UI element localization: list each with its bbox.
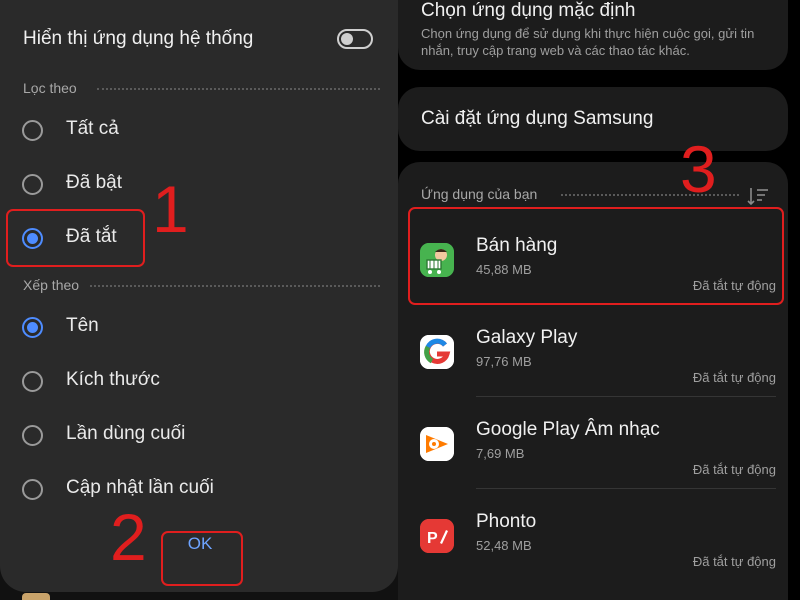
sort-option-label: Cập nhật lần cuối [66,477,214,498]
app-size: 97,76 MB [476,354,532,369]
radio-icon[interactable] [22,479,43,500]
filter-section-label: Lọc theo [23,80,77,96]
sort-option-size[interactable]: Kích thước [22,367,322,397]
filter-sort-dialog: Hiển thị ứng dụng hệ thống Lọc theo Tất … [0,0,398,592]
app-status: Đã tắt tự động [692,370,776,385]
app-row-google-play-music[interactable]: Google Play Âm nhạc 7,69 MB Đã tắt tự độ… [398,396,788,488]
sort-option-name[interactable]: Tên [22,313,322,343]
list-divider [476,396,776,397]
filter-section-header: Lọc theo [23,80,380,98]
sort-option-label: Tên [66,315,99,336]
sort-option-last-updated[interactable]: Cập nhật lần cuối [22,475,322,505]
default-apps-card[interactable]: Chọn ứng dụng mặc định Chọn ứng dụng để … [398,0,788,70]
samsung-app-settings-card[interactable]: Cài đặt ứng dụng Samsung [398,87,788,151]
step-number-1: 1 [152,172,189,246]
app-status: Đã tắt tự động [692,554,776,569]
show-system-apps-switch[interactable] [337,29,373,49]
apps-settings-screen: Chọn ứng dụng mặc định Chọn ứng dụng để … [398,0,800,600]
app-name: Google Play Âm nhạc [476,419,660,440]
app-row-galaxy-play[interactable]: Galaxy Play 97,76 MB Đã tắt tự động [398,304,788,396]
step-number-2: 2 [110,500,147,574]
section-divider [90,285,380,287]
filter-option-label: Đã bật [66,172,122,193]
radio-icon[interactable] [22,174,43,195]
svg-text:P: P [427,530,438,547]
default-apps-description: Chọn ứng dụng để sử dụng khi thực hiện c… [421,26,755,58]
radio-icon[interactable] [22,120,43,141]
highlight-box-disabled-filter [6,209,145,267]
sort-option-label: Kích thước [66,369,160,390]
filter-option-label: Tất cả [66,118,119,139]
your-apps-section-header: Ứng dụng của bạn [421,186,769,206]
screenshot: Hiển thị ứng dụng hệ thống Lọc theo Tất … [0,0,800,600]
background-app-icon [22,593,50,600]
play-music-icon [420,427,454,461]
highlight-box-app-ban-hang [408,207,784,305]
app-name: Galaxy Play [476,327,578,348]
filter-option-all[interactable]: Tất cả [22,116,322,146]
your-apps-section-label: Ứng dụng của bạn [421,186,538,202]
app-size: 52,48 MB [476,538,532,553]
show-system-apps-label: Hiển thị ứng dụng hệ thống [23,28,254,49]
switch-knob [341,33,353,45]
radio-icon[interactable] [22,425,43,446]
app-size: 7,69 MB [476,446,525,461]
highlight-box-ok [161,531,243,586]
sort-section-label: Xếp theo [23,277,80,293]
default-apps-title: Chọn ứng dụng mặc định [421,0,636,21]
app-status: Đã tắt tự động [692,462,776,477]
sort-icon[interactable] [747,186,769,206]
section-divider [97,88,380,90]
phonto-icon: P [420,519,454,553]
radio-icon[interactable] [22,371,43,392]
sort-option-last-used[interactable]: Lần dùng cuối [22,421,322,451]
radio-selected-icon[interactable] [22,317,43,338]
filter-sort-screen: Hiển thị ứng dụng hệ thống Lọc theo Tất … [0,0,398,600]
sort-option-label: Lần dùng cuối [66,423,186,444]
show-system-apps-row[interactable]: Hiển thị ứng dụng hệ thống [23,28,375,56]
app-name: Phonto [476,511,537,532]
step-number-3: 3 [680,132,717,206]
radio-dot [27,322,38,333]
galaxy-play-icon [420,335,454,369]
list-divider [476,488,776,489]
samsung-app-settings-title: Cài đặt ứng dụng Samsung [421,108,654,129]
app-row-phonto[interactable]: P Phonto 52,48 MB Đã tắt tự động [398,488,788,580]
sort-section-header: Xếp theo [23,277,380,295]
